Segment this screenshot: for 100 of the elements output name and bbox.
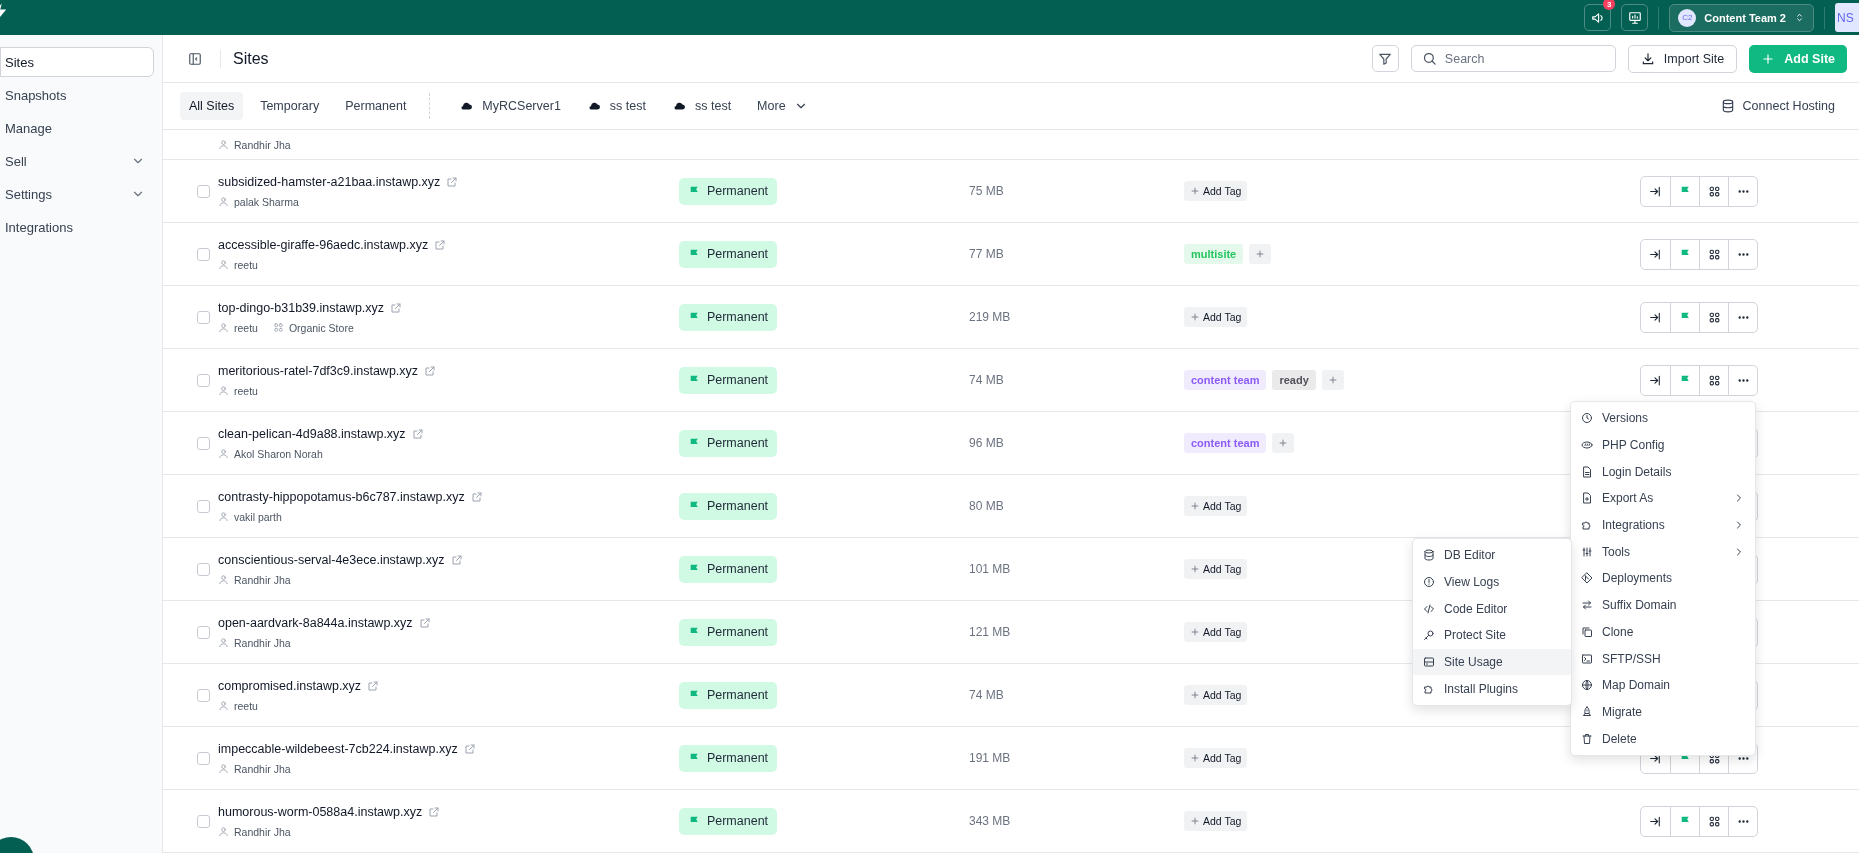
menu-item[interactable]: Migrate <box>1571 698 1755 726</box>
site-tag[interactable]: ready <box>1272 370 1316 390</box>
login-arrow-icon <box>1649 247 1662 261</box>
row-checkbox[interactable] <box>197 373 210 387</box>
sidebar-item[interactable]: Manage <box>0 113 154 143</box>
site-tag[interactable]: content team <box>1184 370 1267 390</box>
site-size: 75 MB <box>969 184 1005 198</box>
menu-item[interactable]: DB Editor <box>1413 542 1571 569</box>
store-name: Organic Store <box>288 321 354 334</box>
row-checkbox[interactable] <box>197 310 210 324</box>
site-domain-link[interactable]: impeccable-wildebeest-7cb224.instawp.xyz <box>218 741 458 756</box>
document-icon <box>1581 465 1593 478</box>
presentation-button[interactable] <box>1621 4 1649 31</box>
menu-item[interactable]: Map Domain <box>1571 671 1755 699</box>
row-checkbox[interactable] <box>197 184 210 198</box>
filter-tab[interactable]: MyRCServer1 <box>450 92 570 120</box>
sidebar-item[interactable]: Snapshots <box>0 80 154 110</box>
row-checkbox[interactable] <box>197 751 210 765</box>
sidebar-item[interactable]: Sell <box>0 146 154 176</box>
plus-icon <box>1190 753 1200 763</box>
owner-name: reetu <box>234 258 258 271</box>
site-domain-link[interactable]: conscientious-serval-4e3ece.instawp.xyz <box>218 552 445 567</box>
menu-item[interactable]: View Logs <box>1413 568 1571 596</box>
site-domain-link[interactable]: open-aardvark-8a844a.instawp.xyz <box>218 615 413 630</box>
site-domain-link[interactable]: contrasty-hippopotamus-b6c787.instawp.xyz <box>218 489 465 504</box>
row-checkbox[interactable] <box>197 499 210 513</box>
add-tag-button[interactable]: Add Tag <box>1184 181 1248 201</box>
menu-item[interactable]: Deployments <box>1571 565 1755 592</box>
menu-item[interactable]: Export As <box>1571 485 1755 512</box>
filter-tab[interactable]: All Sites <box>180 92 244 120</box>
row-checkbox[interactable] <box>197 814 210 828</box>
menu-item[interactable]: Site Usage <box>1413 648 1571 676</box>
site-domain-link[interactable]: compromised.instawp.xyz <box>218 678 362 693</box>
trash-icon <box>1581 732 1593 745</box>
filter-button[interactable] <box>1371 45 1399 72</box>
copy-icon <box>1581 625 1593 638</box>
add-tag-plus-button[interactable] <box>1272 433 1295 453</box>
site-domain-link[interactable]: meritorious-ratel-7df3c9.instawp.xyz <box>218 363 419 378</box>
add-tag-plus-button[interactable] <box>1249 244 1272 264</box>
connect-hosting-button[interactable]: Connect Hosting <box>1711 92 1844 120</box>
owner-name: vakil parth <box>234 510 282 523</box>
grid-icon <box>272 322 284 333</box>
menu-item[interactable]: Integrations <box>1571 511 1755 539</box>
external-link-icon <box>428 805 441 818</box>
add-tag-button[interactable]: Add Tag <box>1184 685 1248 705</box>
menu-item[interactable]: Versions <box>1571 405 1755 432</box>
plus-icon <box>1255 249 1266 259</box>
row-checkbox[interactable] <box>197 625 210 639</box>
sidebar-item[interactable]: Sites <box>0 47 154 77</box>
menu-item[interactable]: Tools <box>1571 538 1755 566</box>
external-link-icon <box>411 427 424 440</box>
site-domain-link[interactable]: accessible-giraffe-96aedc.instawp.xyz <box>218 237 429 252</box>
row-checkbox[interactable] <box>197 688 210 702</box>
menu-item[interactable]: Delete <box>1571 725 1755 752</box>
file-plus-icon <box>1581 492 1593 505</box>
site-size: 121 MB <box>969 625 1012 639</box>
row-checkbox[interactable] <box>197 247 210 261</box>
code-icon <box>1423 602 1435 615</box>
team-name: Content Team 2 <box>1704 11 1786 24</box>
menu-item[interactable]: Protect Site <box>1413 622 1571 649</box>
add-tag-button[interactable]: Add Tag <box>1184 307 1248 327</box>
filter-tab[interactable]: ss test <box>577 92 655 120</box>
user-avatar[interactable]: NS <box>1835 3 1859 32</box>
site-size: 343 MB <box>969 814 1012 828</box>
external-link-icon <box>434 238 447 251</box>
more-dropdown[interactable]: More <box>748 92 817 120</box>
add-tag-button[interactable]: Add Tag <box>1184 622 1248 642</box>
filter-tab[interactable]: ss test <box>663 92 741 120</box>
site-size: 74 MB <box>969 373 1005 387</box>
add-tag-button[interactable]: Add Tag <box>1184 496 1248 516</box>
menu-item[interactable]: Login Details <box>1571 458 1755 486</box>
menu-item[interactable]: PHP Config <box>1571 431 1755 459</box>
menu-item[interactable]: Install Plugins <box>1413 675 1571 703</box>
site-domain-link[interactable]: humorous-worm-0588a4.instawp.xyz <box>218 804 423 819</box>
site-size: 74 MB <box>969 688 1005 702</box>
sidebar-item[interactable]: Settings <box>0 179 154 209</box>
import-site-button[interactable]: Import Site <box>1627 44 1738 73</box>
row-checkbox[interactable] <box>197 436 210 450</box>
add-tag-plus-button[interactable] <box>1321 370 1344 390</box>
site-domain-link[interactable]: subsidized-hamster-a21baa.instawp.xyz <box>218 174 441 189</box>
filter-tab[interactable]: Permanent <box>336 92 416 120</box>
database-icon <box>1423 549 1435 562</box>
menu-item[interactable]: Code Editor <box>1413 595 1571 623</box>
site-domain-link[interactable]: top-dingo-b31b39.instawp.xyz <box>218 300 385 315</box>
external-link-icon <box>367 679 380 692</box>
add-tag-button[interactable]: Add Tag <box>1184 559 1248 579</box>
add-tag-button[interactable]: Add Tag <box>1184 811 1248 831</box>
menu-item[interactable]: Suffix Domain <box>1571 591 1755 619</box>
menu-item[interactable]: SFTP/SSH <box>1571 645 1755 672</box>
team-switcher[interactable]: C2 Content Team 2 <box>1669 3 1814 32</box>
site-size: 96 MB <box>969 436 1005 450</box>
site-domain-link[interactable]: clean-pelican-4d9a88.instawp.xyz <box>218 426 406 441</box>
site-tag[interactable]: content team <box>1184 433 1267 453</box>
sidebar-item[interactable]: Integrations <box>0 212 154 242</box>
search-field[interactable]: Search <box>1410 45 1616 72</box>
external-link-icon <box>446 175 459 188</box>
add-tag-button[interactable]: Add Tag <box>1184 748 1248 768</box>
filter-tab[interactable]: Temporary <box>251 92 329 120</box>
menu-item[interactable]: Clone <box>1571 618 1755 646</box>
row-checkbox[interactable] <box>197 562 210 576</box>
